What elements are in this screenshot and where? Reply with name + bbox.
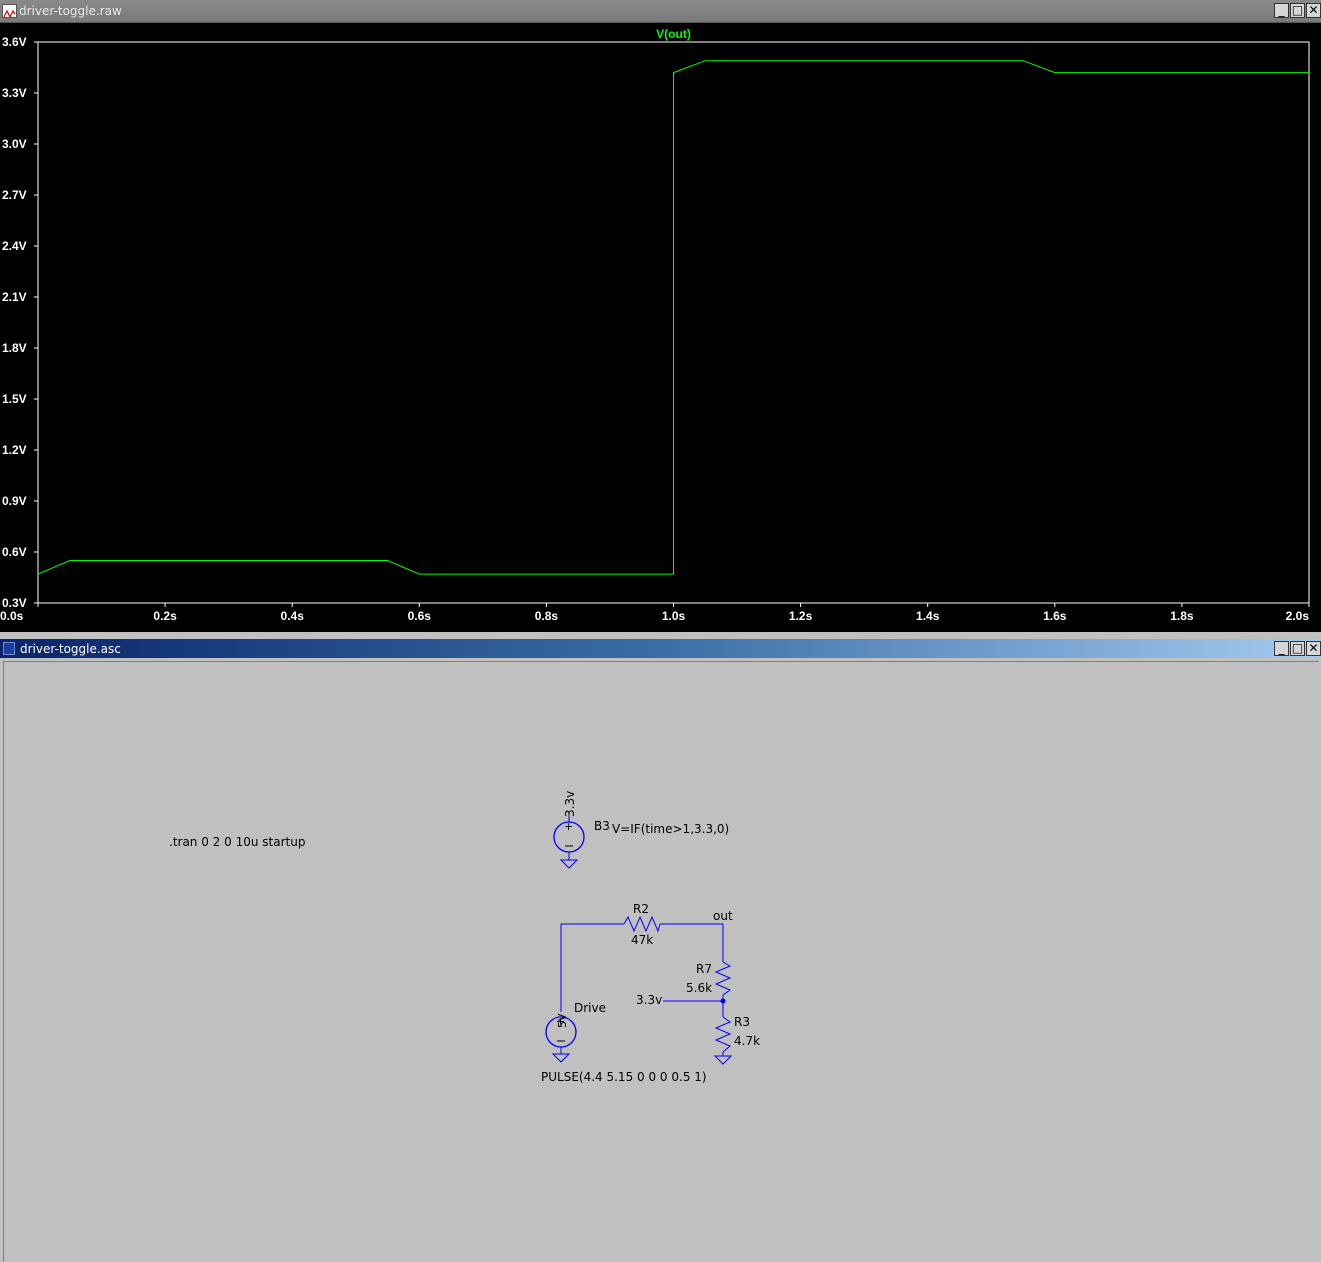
maximize-button[interactable]: □ [1290, 641, 1305, 656]
b3-net-label[interactable]: 3.3v [563, 791, 577, 817]
x-tick-label: 0.6s [408, 609, 432, 623]
schematic-canvas[interactable]: .tran 0 2 0 10u startup + 3.3v B3 V=IF(t… [3, 661, 1319, 1262]
schematic-window-title: driver-toggle.asc [20, 642, 121, 656]
y-tick-label: 0.9V [2, 494, 27, 508]
r2-value[interactable]: 47k [631, 933, 653, 947]
drive-symbol-text: 5V [556, 1013, 569, 1028]
b3-name[interactable]: B3 [594, 819, 610, 833]
junction-dot [720, 998, 726, 1004]
y-tick-label: 3.3V [2, 86, 27, 100]
r7-value[interactable]: 5.6k [686, 981, 712, 995]
drive-value[interactable]: PULSE(4.4 5.15 0 0 0 0.5 1) [541, 1070, 707, 1084]
y-tick-label: 2.1V [2, 290, 27, 304]
r7-resistor[interactable] [714, 961, 732, 996]
y-tick-label: 2.7V [2, 188, 27, 202]
waveform-app-icon [2, 4, 17, 18]
x-tick-label: 2.0s [1286, 609, 1310, 623]
y-tick-label: 0.6V [2, 545, 27, 559]
schematic-app-icon [3, 642, 15, 655]
x-tick-label: 1.0s [662, 609, 686, 623]
x-tick-label: 0.2s [153, 609, 177, 623]
close-button[interactable]: ✕ [1306, 641, 1321, 656]
b3-value[interactable]: V=IF(time>1,3.3,0) [612, 822, 729, 836]
r2-resistor[interactable] [623, 915, 661, 933]
x-tick-label: 1.6s [1043, 609, 1067, 623]
svg-text:+: + [564, 820, 573, 833]
minimize-button[interactable]: _ [1274, 641, 1289, 656]
y-tick-label: 0.3V [2, 596, 27, 610]
v-out-trace[interactable] [37, 60, 1309, 575]
y-tick-label: 3.6V [2, 35, 27, 49]
y-tick-label: 2.4V [2, 239, 27, 253]
schematic-title-bar[interactable]: driver-toggle.asc _ □ ✕ [0, 639, 1321, 658]
r3-value[interactable]: 4.7k [734, 1034, 760, 1048]
y-tick-label: 3.0V [2, 137, 27, 151]
r7-name[interactable]: R7 [696, 962, 712, 976]
x-tick-label: 0.0s [0, 609, 24, 623]
b3-source[interactable]: + [553, 814, 585, 860]
r2-name[interactable]: R2 [633, 902, 649, 916]
x-tick-label: 0.4s [281, 609, 305, 623]
x-tick-label: 1.8s [1170, 609, 1194, 623]
waveform-plot[interactable]: 3.6V 3.3V 3.0V 2.7V 2.4V 2.1V 1.8V 1.5V 1.2V 0.9V… [0, 22, 1321, 632]
tran-directive[interactable]: .tran 0 2 0 10u startup [169, 835, 305, 849]
waveform-window-title: driver-toggle.raw [19, 4, 122, 18]
x-tick-label: 1.2s [789, 609, 813, 623]
r3-name[interactable]: R3 [734, 1015, 750, 1029]
minimize-button[interactable]: _ [1274, 3, 1289, 18]
ground-symbol [559, 859, 579, 869]
ref-net-label[interactable]: 3.3v [636, 993, 662, 1007]
waveform-window: driver-toggle.raw _ □ ✕ 3.6V 3.3V 3.0V 2.7V… [0, 0, 1321, 632]
y-tick-label: 1.5V [2, 392, 27, 406]
r3-resistor[interactable] [713, 1016, 733, 1065]
close-button[interactable]: ✕ [1306, 3, 1321, 18]
y-tick-label: 1.8V [2, 341, 27, 355]
x-tick-label: 0.8s [535, 609, 559, 623]
y-tick-label: 1.2V [2, 443, 27, 457]
maximize-button[interactable]: □ [1290, 3, 1305, 18]
schematic-window: driver-toggle.asc _ □ ✕ .tran 0 2 0 10u … [0, 639, 1321, 1262]
x-tick-label: 1.4s [916, 609, 940, 623]
drive-name[interactable]: Drive [574, 1001, 606, 1015]
trace-title[interactable]: V(out) [656, 27, 691, 41]
out-net-label[interactable]: out [713, 909, 733, 923]
waveform-title-bar[interactable]: driver-toggle.raw _ □ ✕ [0, 0, 1321, 23]
